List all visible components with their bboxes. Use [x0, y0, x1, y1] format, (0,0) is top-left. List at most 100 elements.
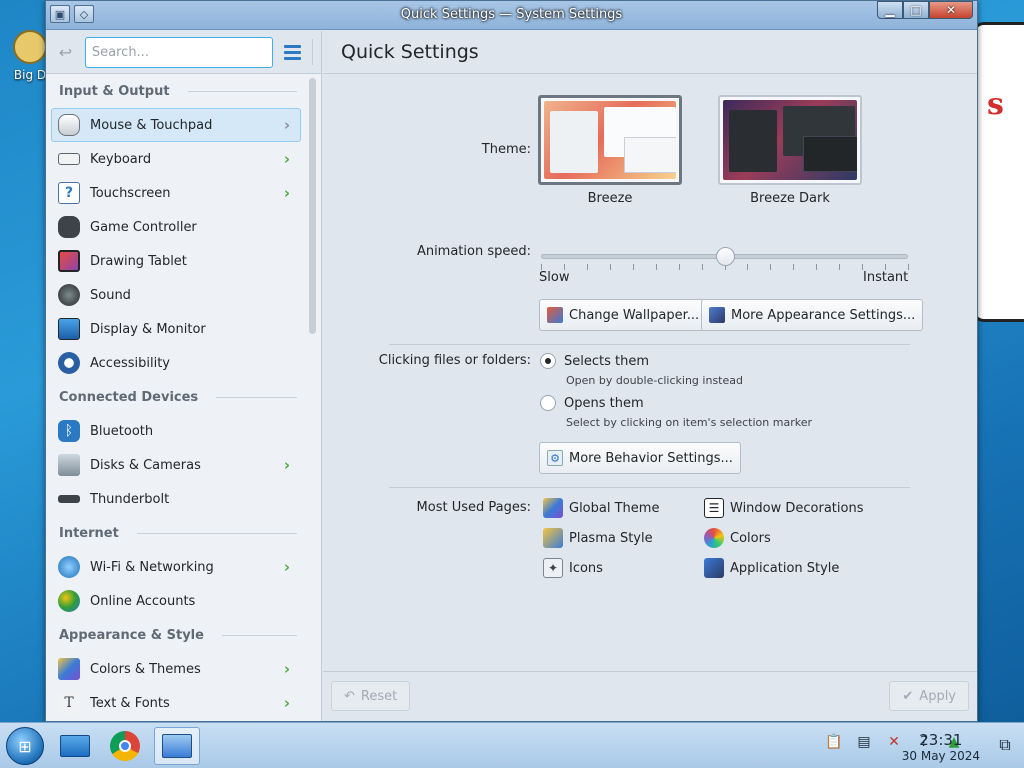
slider-tick: [679, 264, 680, 270]
slider-tick: [610, 264, 611, 270]
sidebar-item-label: Drawing Tablet: [90, 253, 187, 269]
clock[interactable]: 23:31 30 May 2024: [902, 731, 980, 763]
section-rule: [221, 634, 297, 636]
system-settings-icon[interactable]: [154, 727, 200, 765]
reset-button[interactable]: ↶ Reset: [331, 681, 411, 711]
sidebar-item-disks-cameras[interactable]: Disks & Cameras ›: [51, 448, 301, 482]
maximize-button[interactable]: □: [903, 1, 929, 19]
section-rule: [136, 532, 297, 534]
slider-tick: [747, 264, 748, 270]
sidebar-item-label: Sound: [90, 287, 131, 303]
radio-button[interactable]: [540, 353, 556, 369]
most-used-colors[interactable]: Colors: [704, 528, 771, 548]
page-link-label: Icons: [569, 560, 603, 576]
monitor-icon: [58, 318, 80, 340]
sidebar-item-keyboard[interactable]: Keyboard ›: [51, 142, 301, 176]
radio-selects-them[interactable]: Selects them: [540, 353, 649, 369]
close-button[interactable]: ✕: [929, 1, 973, 19]
hamburger-menu-icon[interactable]: [281, 40, 304, 64]
minimize-button[interactable]: ▁: [877, 1, 903, 19]
clipboard-icon[interactable]: 📋: [824, 731, 844, 753]
notes-icon[interactable]: ▤: [854, 731, 874, 753]
page-link-label: Colors: [730, 530, 771, 546]
radio-description: Select by clicking on item's selection m…: [566, 416, 812, 429]
reset-icon: ↶: [344, 688, 355, 704]
chrome-icon[interactable]: [102, 727, 148, 765]
plasma-style-icon: [543, 528, 563, 548]
sidebar-item-sound[interactable]: Sound: [51, 278, 301, 312]
most-used-window-decorations[interactable]: ☰ Window Decorations: [704, 498, 864, 518]
most-used-application-style[interactable]: Application Style: [704, 558, 839, 578]
sidebar-item-label: Display & Monitor: [90, 321, 206, 337]
search-input[interactable]: [91, 44, 242, 60]
sidebar-item-display-monitor[interactable]: Display & Monitor: [51, 312, 301, 346]
theme-option-breeze-dark[interactable]: Breeze Dark: [718, 95, 862, 206]
slider-handle[interactable]: [716, 247, 735, 266]
more-appearance-settings-button[interactable]: More Appearance Settings...: [701, 299, 924, 331]
system-settings-window: ▣ ◇ Quick Settings — System Settings ▁ □…: [45, 0, 978, 722]
file-manager-icon[interactable]: [52, 727, 98, 765]
animation-speed-label: Animation speed:: [416, 244, 531, 259]
sidebar-toolbar: ↩: [46, 31, 321, 74]
sidebar-item-thunderbolt[interactable]: Thunderbolt: [51, 482, 301, 516]
sidebar-item-touchscreen[interactable]: ? Touchscreen ›: [51, 176, 301, 210]
more-behavior-label: More Behavior Settings...: [569, 450, 733, 466]
keyboard-icon: [58, 153, 80, 165]
sidebar-item-label: Touchscreen: [90, 185, 171, 201]
tablet-icon: [58, 250, 80, 272]
theme-option-breeze[interactable]: Breeze: [538, 95, 682, 206]
most-used-plasma-style[interactable]: Plasma Style: [543, 528, 653, 548]
radio-label: Opens them: [564, 395, 644, 411]
window-decorations-icon: ☰: [704, 498, 724, 518]
radio-label: Selects them: [564, 353, 650, 369]
slider-max-label: Instant: [863, 270, 909, 285]
most-used-icons[interactable]: ✦ Icons: [543, 558, 603, 578]
clicking-files-label: Clicking files or folders:: [378, 353, 531, 368]
sidebar-scrollbar[interactable]: [309, 78, 316, 334]
sidebar-item-drawing-tablet[interactable]: Drawing Tablet: [51, 244, 301, 278]
chevron-right-icon: ›: [283, 184, 291, 202]
sidebar-item-wi-fi-networking[interactable]: Wi-Fi & Networking ›: [51, 550, 301, 584]
desktop-app-icon: [13, 30, 47, 64]
theme-name: Breeze Dark: [750, 191, 830, 206]
sidebar-item-label: Text & Fonts: [90, 695, 170, 711]
section-divider: [389, 487, 910, 488]
sidebar-item-game-controller[interactable]: Game Controller: [51, 210, 301, 244]
settings-footer: ↶ Reset ✔ Apply: [323, 671, 977, 721]
thunderbolt-icon: [58, 495, 80, 503]
sidebar-item-mouse-touchpad[interactable]: Mouse & Touchpad ›: [51, 108, 301, 142]
page-link-label: Window Decorations: [730, 500, 864, 516]
chevron-right-icon: ›: [283, 558, 291, 576]
show-desktop-icon[interactable]: ⧉: [994, 734, 1016, 756]
global-theme-icon: [543, 498, 563, 518]
sidebar-item-bluetooth[interactable]: ᛒ Bluetooth: [51, 414, 301, 448]
sidebar-item-accessibility[interactable]: Accessibility: [51, 346, 301, 380]
radio-opens-them[interactable]: Opens them: [540, 395, 644, 411]
back-arrow-icon[interactable]: ↩: [54, 40, 77, 64]
radio-button[interactable]: [540, 395, 556, 411]
window-titlebar[interactable]: ▣ ◇ Quick Settings — System Settings ▁ □…: [46, 1, 977, 30]
behavior-icon: ⚙: [547, 450, 563, 466]
animation-speed-slider[interactable]: [541, 247, 909, 275]
sidebar-section-header: Input & Output: [51, 74, 301, 108]
taskbar: ⊞ 📋 ▤ ✕ ? ▲ 23:31 30 May 2024 ⧉: [0, 722, 1024, 768]
slider-tick: [702, 264, 703, 270]
online-accounts-icon: [58, 590, 80, 612]
section-rule: [187, 90, 297, 92]
sidebar-item-label: Thunderbolt: [90, 491, 170, 507]
gamepad-icon: [58, 216, 80, 238]
sidebar-section-header: Connected Devices: [51, 380, 301, 414]
slider-tick: [656, 264, 657, 270]
apply-button[interactable]: ✔ Apply: [889, 681, 969, 711]
sidebar-item-text-fonts[interactable]: T Text & Fonts ›: [51, 686, 301, 720]
sidebar-item-colors-themes[interactable]: Colors & Themes ›: [51, 652, 301, 686]
start-menu-button[interactable]: ⊞: [6, 727, 44, 765]
change-wallpaper-button[interactable]: Change Wallpaper...: [539, 299, 708, 331]
search-box[interactable]: [84, 36, 273, 68]
sidebar-item-online-accounts[interactable]: Online Accounts: [51, 584, 301, 618]
most-used-global-theme[interactable]: Global Theme: [543, 498, 659, 518]
chevron-right-icon: ›: [283, 116, 291, 134]
desktop-icon-label: Big D: [13, 68, 47, 82]
more-behavior-settings-button[interactable]: ⚙ More Behavior Settings...: [539, 442, 741, 474]
theme-name: Breeze: [587, 191, 633, 206]
